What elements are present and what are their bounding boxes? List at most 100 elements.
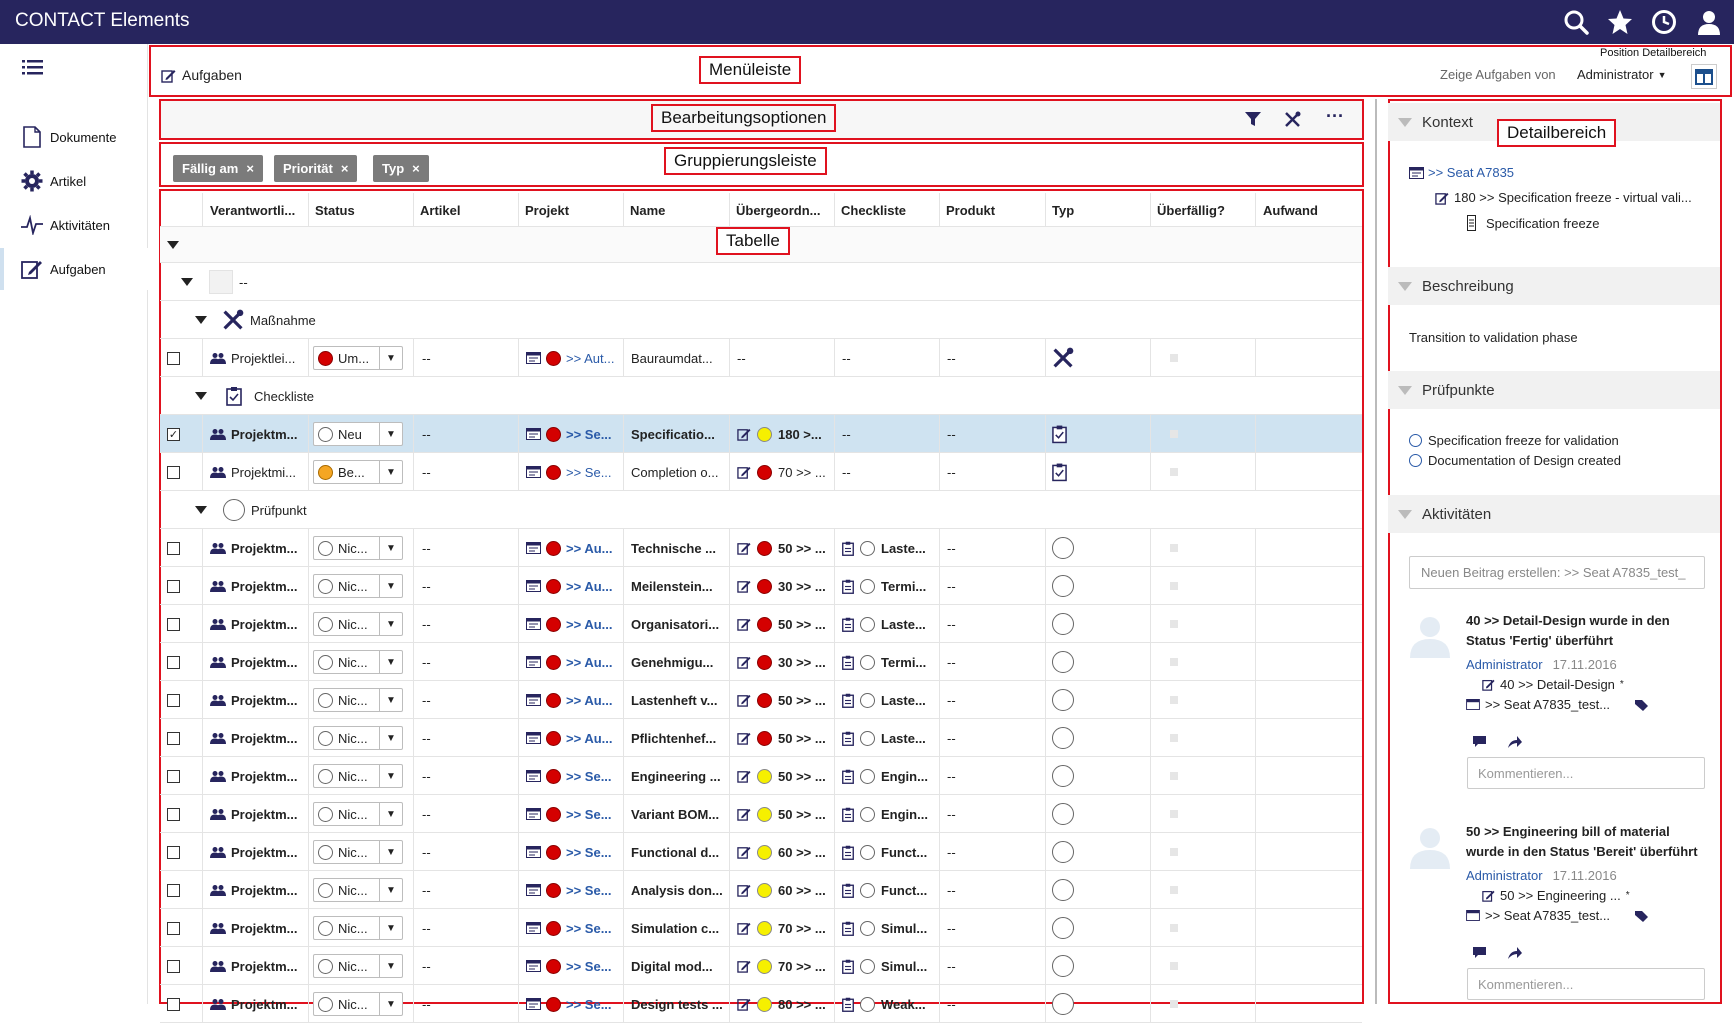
caret-down-icon[interactable]: ▼: [380, 353, 402, 364]
status-select[interactable]: Nic... ▼: [313, 536, 403, 560]
section-aktivitaeten[interactable]: Aktivitäten: [1388, 495, 1720, 533]
caret-down-icon[interactable]: ▼: [380, 467, 402, 478]
activity-author[interactable]: Administrator: [1466, 657, 1543, 672]
expand-toggle-icon[interactable]: [195, 301, 207, 339]
filter-icon[interactable]: [1245, 111, 1261, 127]
table-row[interactable]: Projektm... Nic... ▼ -- >> Se... Design tests…: [160, 985, 1362, 1023]
detail-position-button[interactable]: [1691, 64, 1717, 89]
sidebar-item-aktivitaeten[interactable]: Aktivitäten: [0, 204, 148, 246]
activity-ref-project[interactable]: >> Seat A7835_test...: [1466, 908, 1649, 923]
caret-down-icon[interactable]: ▼: [380, 809, 402, 820]
status-select[interactable]: Nic... ▼: [313, 764, 403, 788]
caret-down-icon[interactable]: ▼: [380, 961, 402, 972]
sidebar-item-aufgaben[interactable]: Aufgaben: [0, 248, 148, 290]
row-checkbox[interactable]: [167, 731, 180, 745]
menu-list-icon[interactable]: [22, 58, 44, 76]
sidebar-item-dokumente[interactable]: Dokumente: [0, 116, 148, 158]
sidebar-item-artikel[interactable]: Artikel: [0, 160, 148, 202]
column-header[interactable]: Artikel: [420, 193, 460, 227]
table-row[interactable]: Projektm... Nic... ▼ -- >> Au... Lastenheft v…: [160, 681, 1362, 719]
status-select[interactable]: Nic... ▼: [313, 574, 403, 598]
row-checkbox[interactable]: [167, 541, 180, 555]
row-checkbox[interactable]: [167, 769, 180, 783]
column-header[interactable]: Verantwortli...: [210, 193, 295, 227]
caret-down-icon[interactable]: ▼: [380, 733, 402, 744]
group-row-checkliste[interactable]: Checkliste: [160, 377, 1362, 415]
group-row-empty[interactable]: --: [160, 263, 1362, 301]
group-chip-prioritaet[interactable]: Priorität ×: [274, 155, 358, 182]
caret-down-icon[interactable]: ▼: [380, 695, 402, 706]
row-checkbox[interactable]: [167, 655, 180, 669]
expand-toggle-icon[interactable]: [195, 491, 207, 529]
row-checkbox[interactable]: [167, 845, 180, 859]
section-beschreibung[interactable]: Beschreibung: [1388, 267, 1720, 305]
expand-toggle-icon[interactable]: [195, 377, 207, 415]
pane-splitter[interactable]: [1375, 99, 1377, 1004]
group-chip-faellig[interactable]: Fällig am ×: [173, 155, 263, 182]
caret-down-icon[interactable]: ▼: [380, 847, 402, 858]
table-row[interactable]: Projektlei... Um... ▼ -- >> Aut... Bauraumdat…: [160, 339, 1362, 377]
column-header[interactable]: Status: [315, 193, 355, 227]
caret-down-icon[interactable]: ▼: [380, 923, 402, 934]
comment-icon[interactable]: [1473, 736, 1486, 748]
comment-input[interactable]: Kommentieren...: [1467, 968, 1705, 1000]
table-row[interactable]: Projektmi... Be... ▼ -- >> Se... Completion o…: [160, 453, 1362, 491]
share-icon[interactable]: [1508, 947, 1522, 959]
column-header[interactable]: Projekt: [525, 193, 569, 227]
row-checkbox[interactable]: [167, 997, 180, 1011]
column-header[interactable]: Aufwand: [1263, 193, 1318, 227]
column-header[interactable]: Produkt: [946, 193, 995, 227]
activity-author[interactable]: Administrator: [1466, 868, 1543, 883]
column-header[interactable]: Checkliste: [841, 193, 906, 227]
status-select[interactable]: Be... ▼: [313, 460, 403, 484]
status-select[interactable]: Nic... ▼: [313, 612, 403, 636]
caret-down-icon[interactable]: ▼: [380, 771, 402, 782]
new-post-input[interactable]: Neuen Beitrag erstellen: >> Seat A7835_t…: [1409, 556, 1705, 589]
column-header[interactable]: Übergeordn...: [736, 193, 821, 227]
caret-down-icon[interactable]: ▼: [380, 543, 402, 554]
row-checkbox[interactable]: [167, 807, 180, 821]
row-checkbox[interactable]: [167, 959, 180, 973]
caret-down-icon[interactable]: ▼: [380, 581, 402, 592]
status-select[interactable]: Nic... ▼: [313, 726, 403, 750]
context-checklist[interactable]: Specification freeze: [1467, 215, 1599, 231]
table-row[interactable]: Projektm... Nic... ▼ -- >> Se... Analysis don…: [160, 871, 1362, 909]
expand-toggle-icon[interactable]: [167, 227, 179, 263]
activity-ref-task[interactable]: 40 >> Detail-Design *: [1482, 677, 1624, 692]
table-row[interactable]: Projektm... Nic... ▼ -- >> Au... Organisatori…: [160, 605, 1362, 643]
table-row[interactable]: Projektm... Nic... ▼ -- >> Au... Genehmigu...…: [160, 643, 1362, 681]
column-header[interactable]: Name: [630, 193, 665, 227]
status-select[interactable]: Nic... ▼: [313, 650, 403, 674]
status-select[interactable]: Nic... ▼: [313, 802, 403, 826]
group-row-massnahme[interactable]: Maßnahme: [160, 301, 1362, 339]
column-header[interactable]: Überfällig?: [1157, 193, 1225, 227]
context-link-project[interactable]: >> Seat A7835: [1409, 165, 1514, 180]
row-checkbox[interactable]: [167, 883, 180, 897]
status-select[interactable]: Um... ▼: [313, 346, 403, 370]
comment-input[interactable]: Kommentieren...: [1467, 757, 1705, 789]
caret-down-icon[interactable]: ▼: [380, 885, 402, 896]
caret-down-icon[interactable]: ▼: [380, 657, 402, 668]
history-icon[interactable]: [1651, 9, 1677, 35]
table-row[interactable]: Projektm... Nic... ▼ -- >> Se... Engineering …: [160, 757, 1362, 795]
close-icon[interactable]: ×: [341, 161, 349, 176]
table-row[interactable]: Projektm... Nic... ▼ -- >> Se... Functional d…: [160, 833, 1362, 871]
table-row[interactable]: Projektm... Nic... ▼ -- >> Se... Variant BOM.…: [160, 795, 1362, 833]
status-select[interactable]: Neu ▼: [313, 422, 403, 446]
group-chip-typ[interactable]: Typ ×: [373, 155, 429, 182]
more-icon[interactable]: ···: [1326, 106, 1344, 127]
user-icon[interactable]: [1696, 9, 1722, 35]
table-row[interactable]: Projektm... Nic... ▼ -- >> Au... Meilenstein.…: [160, 567, 1362, 605]
table-row[interactable]: Projektm... Nic... ▼ -- >> Se... Simulation c…: [160, 909, 1362, 947]
tag-icon[interactable]: [1635, 699, 1649, 711]
table-row[interactable]: Projektm... Nic... ▼ -- >> Au... Pflichtenhef…: [160, 719, 1362, 757]
comment-icon[interactable]: [1473, 947, 1486, 959]
row-checkbox[interactable]: [167, 465, 180, 479]
group-row-pruefpunkt[interactable]: Prüfpunkt: [160, 491, 1362, 529]
caret-down-icon[interactable]: ▼: [380, 619, 402, 630]
share-icon[interactable]: [1508, 736, 1522, 748]
checkpoint-item[interactable]: Specification freeze for validation: [1409, 433, 1619, 448]
context-parent-task[interactable]: 180 >> Specification freeze - virtual va…: [1435, 190, 1692, 205]
column-header[interactable]: Typ: [1052, 193, 1074, 227]
row-checkbox[interactable]: [167, 921, 180, 935]
